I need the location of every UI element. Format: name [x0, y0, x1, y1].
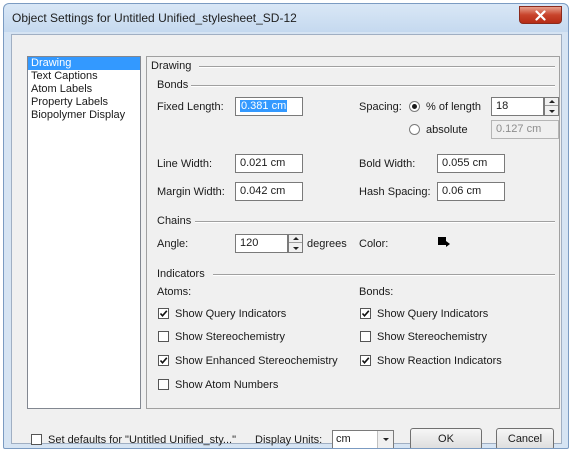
atoms-show-numbers-label: Show Atom Numbers: [175, 379, 279, 391]
window-title: Object Settings for Untitled Unified_sty…: [12, 11, 297, 25]
chevron-up-icon: [548, 100, 555, 103]
atoms-show-enhanced-stereo-checkbox[interactable]: [158, 355, 169, 366]
checkmark-icon: [159, 310, 168, 318]
spacing-absolute-label: absolute: [426, 124, 468, 136]
spacing-percent-input[interactable]: 18: [491, 97, 544, 116]
atoms-show-query-label: Show Query Indicators: [175, 308, 287, 320]
bonds-show-reaction-checkbox[interactable]: [360, 355, 371, 366]
indicators-section-title: Indicators: [157, 268, 205, 280]
chevron-down-icon: [292, 246, 299, 250]
bold-width-input[interactable]: 0.055 cm: [437, 154, 505, 173]
spacing-absolute-radio[interactable]: [409, 124, 420, 135]
cancel-button[interactable]: Cancel: [496, 428, 554, 448]
stepper-up-button[interactable]: [289, 235, 302, 243]
atoms-show-numbers-checkbox[interactable]: [158, 379, 169, 390]
category-item-text-captions[interactable]: Text Captions: [28, 70, 140, 83]
angle-stepper[interactable]: [288, 234, 303, 253]
bonds-show-stereo-label: Show Stereochemistry: [377, 331, 488, 343]
atoms-show-enhanced-stereo-label: Show Enhanced Stereochemistry: [175, 355, 338, 367]
close-button[interactable]: [519, 6, 562, 24]
bonds-show-reaction-label: Show Reaction Indicators: [377, 355, 502, 367]
fixed-length-label: Fixed Length:: [157, 101, 224, 113]
category-list[interactable]: Drawing Text Captions Atom Labels Proper…: [27, 56, 141, 409]
atoms-show-stereo-label: Show Stereochemistry: [175, 331, 286, 343]
bold-width-label: Bold Width:: [359, 158, 416, 170]
set-defaults-checkbox[interactable]: [31, 434, 42, 445]
fixed-length-value: 0.381 cm: [240, 100, 288, 112]
dialog-window: Object Settings for Untitled Unified_sty…: [3, 3, 569, 449]
dialog-client: Drawing Text Captions Atom Labels Proper…: [11, 34, 562, 448]
color-picker-icon[interactable]: [437, 235, 451, 249]
hash-spacing-input[interactable]: 0.06 cm: [437, 182, 505, 201]
angle-unit-label: degrees: [307, 238, 347, 250]
chevron-down-icon: [382, 438, 389, 441]
category-item-property-labels[interactable]: Property Labels: [28, 96, 140, 109]
atoms-show-stereo-checkbox[interactable]: [158, 331, 169, 342]
color-label: Color:: [359, 238, 389, 250]
line-width-input[interactable]: 0.021 cm: [235, 154, 303, 173]
title-bar[interactable]: Object Settings for Untitled Unified_sty…: [4, 4, 568, 32]
dropdown-arrow[interactable]: [377, 431, 393, 448]
indicators-divider: [213, 274, 555, 276]
checkmark-icon: [159, 357, 168, 365]
line-width-label: Line Width:: [157, 158, 213, 170]
margin-width-label: Margin Width:: [157, 186, 225, 198]
spacing-label: Spacing:: [359, 101, 402, 113]
display-units-value: cm: [336, 433, 351, 445]
category-item-biopolymer-display[interactable]: Biopolymer Display: [28, 109, 140, 122]
drawing-divider: [199, 66, 555, 68]
hash-spacing-label: Hash Spacing:: [359, 186, 431, 198]
radio-dot-icon: [412, 104, 417, 109]
stepper-down-button[interactable]: [289, 244, 302, 252]
atoms-show-query-checkbox[interactable]: [158, 308, 169, 319]
fixed-length-input[interactable]: 0.381 cm: [235, 97, 303, 116]
angle-label: Angle:: [157, 238, 189, 250]
bonds-label: Bonds:: [359, 286, 394, 298]
category-item-atom-labels[interactable]: Atom Labels: [28, 83, 140, 96]
category-item-drawing[interactable]: Drawing: [28, 57, 140, 70]
close-icon: [535, 9, 546, 21]
ok-button[interactable]: OK: [410, 428, 482, 448]
drawing-panel: Drawing Bonds Fixed Length: 0.381 cm Spa…: [146, 56, 560, 409]
display-units-select[interactable]: cm: [332, 430, 394, 448]
chains-divider: [195, 221, 555, 223]
chevron-up-icon: [292, 237, 299, 240]
set-defaults-label: Set defaults for "Untitled Unified_sty..…: [48, 434, 236, 446]
angle-input[interactable]: 120: [235, 234, 288, 253]
bonds-section-title: Bonds: [157, 79, 189, 91]
checkmark-icon: [361, 310, 370, 318]
chains-section-title: Chains: [157, 215, 192, 227]
bonds-show-stereo-checkbox[interactable]: [360, 331, 371, 342]
drawing-group-title: Drawing: [151, 60, 192, 72]
display-units-label: Display Units:: [255, 434, 323, 446]
checkmark-icon: [361, 357, 370, 365]
chevron-down-icon: [548, 109, 555, 113]
spacing-percent-stepper[interactable]: [544, 97, 559, 116]
spacing-absolute-input[interactable]: 0.127 cm: [491, 120, 559, 139]
stepper-up-button[interactable]: [545, 98, 558, 106]
atoms-label: Atoms:: [157, 286, 192, 298]
bonds-divider: [191, 85, 555, 87]
margin-width-input[interactable]: 0.042 cm: [235, 182, 303, 201]
bonds-show-query-checkbox[interactable]: [360, 308, 371, 319]
stepper-down-button[interactable]: [545, 107, 558, 115]
spacing-percent-radio[interactable]: [409, 101, 420, 112]
bonds-show-query-label: Show Query Indicators: [377, 308, 489, 320]
spacing-percent-label: % of length: [426, 101, 482, 113]
